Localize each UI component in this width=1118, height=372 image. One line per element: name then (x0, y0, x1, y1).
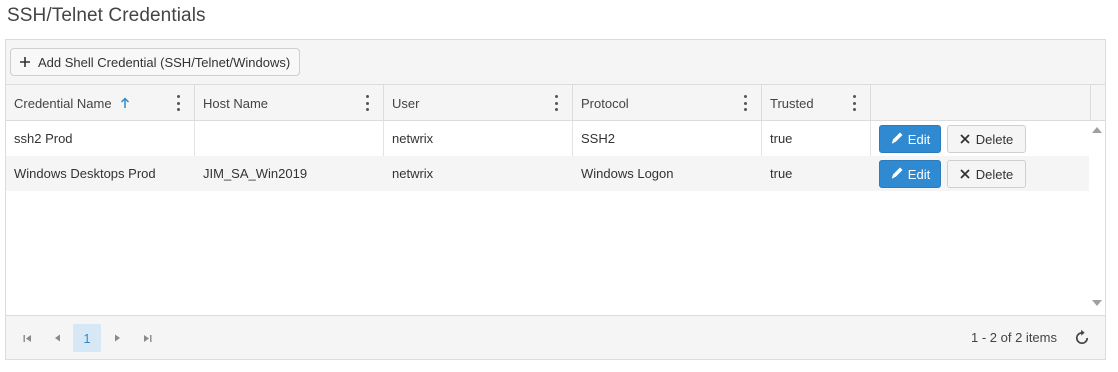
scroll-down-arrow-icon[interactable] (1092, 300, 1102, 306)
cell-protocol: Windows Logon (581, 166, 674, 181)
refresh-icon[interactable] (1073, 329, 1091, 347)
sort-ascending-icon (120, 97, 130, 109)
edit-label: Edit (907, 166, 931, 182)
pencil-icon (890, 131, 904, 148)
table-row[interactable]: Windows Desktops Prod JIM_SA_Win2019 net… (6, 156, 1090, 191)
grid-header: Credential Name Host Name User Protocol … (6, 85, 1105, 121)
next-page-icon[interactable] (103, 324, 131, 352)
column-menu-icon[interactable] (363, 95, 371, 111)
page-number-current[interactable]: 1 (73, 324, 101, 352)
page-title: SSH/Telnet Credentials (7, 5, 206, 26)
items-count-info: 1 - 2 of 2 items (971, 330, 1057, 345)
column-header-label: Host Name (203, 95, 269, 111)
column-header-protocol[interactable]: Protocol (573, 85, 762, 121)
delete-label: Delete (975, 131, 1014, 147)
column-header-label: User (392, 95, 420, 111)
delete-button[interactable]: Delete (947, 160, 1026, 188)
grid-body: ssh2 Prod netwrix SSH2 true Edit Delete … (6, 121, 1090, 316)
edit-label: Edit (907, 131, 931, 147)
pagination-bar: 1 1 - 2 of 2 items (6, 315, 1105, 359)
cell-trusted: true (762, 121, 871, 156)
last-page-icon[interactable] (133, 324, 161, 352)
edit-button[interactable]: Edit (879, 125, 941, 153)
delete-label: Delete (975, 166, 1014, 182)
cell-protocol: SSH2 (573, 121, 762, 156)
cell-credential-name: ssh2 Prod (6, 121, 195, 156)
column-header-label: Credential Name (14, 95, 112, 111)
column-header-label: Trusted (770, 95, 814, 111)
add-shell-credential-label: Add Shell Credential (SSH/Telnet/Windows… (38, 54, 291, 70)
edit-button[interactable]: Edit (879, 160, 941, 188)
add-shell-credential-button[interactable]: Add Shell Credential (SSH/Telnet/Windows… (10, 48, 301, 76)
table-row[interactable]: ssh2 Prod netwrix SSH2 true Edit Delete (6, 121, 1090, 156)
credentials-grid: Add Shell Credential (SSH/Telnet/Windows… (5, 39, 1106, 360)
scroll-up-arrow-icon[interactable] (1092, 127, 1102, 133)
cell-host-name: JIM_SA_Win2019 (203, 166, 308, 181)
cell-user: netwrix (384, 121, 573, 156)
plus-icon (19, 56, 31, 68)
column-menu-icon[interactable] (552, 95, 560, 111)
column-header-user[interactable]: User (384, 85, 573, 121)
column-menu-icon[interactable] (741, 95, 749, 111)
column-header-label: Protocol (581, 95, 629, 111)
cell-host-name (195, 121, 384, 156)
delete-button[interactable]: Delete (947, 125, 1026, 153)
grid-toolbar: Add Shell Credential (SSH/Telnet/Windows… (6, 40, 1105, 85)
column-header-actions (871, 85, 1091, 121)
column-header-host-name[interactable]: Host Name (195, 85, 384, 121)
cell-trusted: true (770, 166, 793, 181)
column-header-credential-name[interactable]: Credential Name (6, 85, 195, 121)
vertical-scrollbar[interactable] (1089, 121, 1105, 316)
column-menu-icon[interactable] (850, 95, 858, 111)
column-header-trusted[interactable]: Trusted (762, 85, 871, 121)
cell-credential-name: Windows Desktops Prod (14, 166, 156, 181)
column-menu-icon[interactable] (174, 95, 182, 111)
close-icon (960, 167, 970, 182)
pencil-icon (890, 166, 904, 183)
first-page-icon[interactable] (13, 324, 41, 352)
close-icon (960, 132, 970, 147)
previous-page-icon[interactable] (43, 324, 71, 352)
cell-user: netwrix (392, 166, 434, 181)
